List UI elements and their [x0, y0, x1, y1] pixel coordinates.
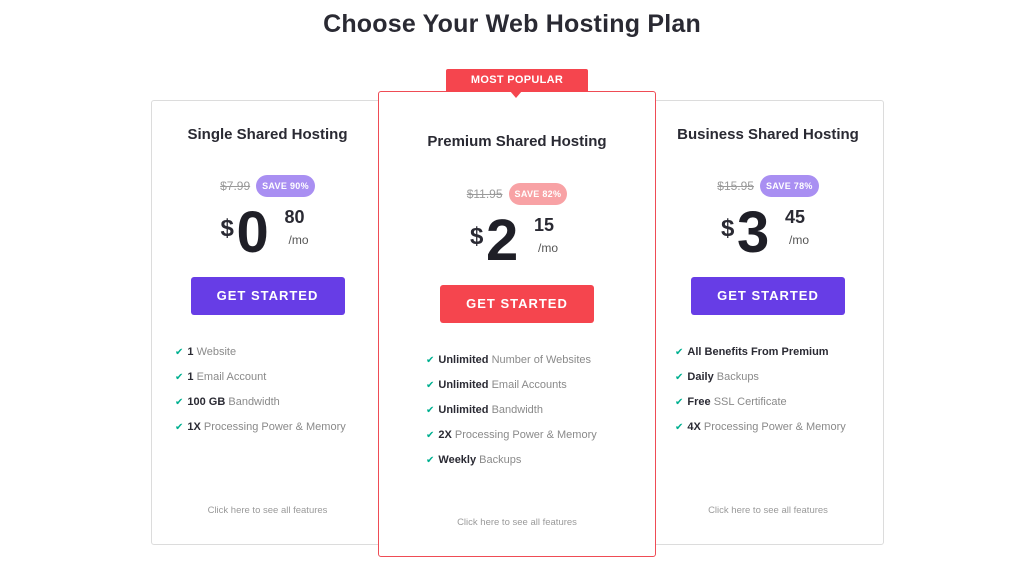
- ribbon-pointer: [510, 91, 522, 98]
- see-all-features-link[interactable]: Click here to see all features: [653, 505, 883, 516]
- feature-item: ✔ 1 Email Account: [175, 370, 383, 395]
- feature-list: ✔ 1 Website ✔ 1 Email Account ✔ 100 GB Bandwi…: [152, 345, 383, 445]
- feature-item: ✔ 1X Processing Power & Memory: [175, 420, 383, 445]
- feature-highlight: Weekly: [438, 454, 477, 466]
- old-price: $15.95: [717, 179, 754, 193]
- feature-highlight: 100 GB: [187, 396, 226, 408]
- plan-name: Premium Shared Hosting: [427, 133, 607, 150]
- feature-text: Email Accounts: [488, 379, 567, 391]
- plan-card-business: Business Shared Hosting $15.95 SAVE 78% …: [652, 100, 884, 545]
- price-dollars: 0: [236, 200, 269, 265]
- get-started-button-premium[interactable]: GET STARTED: [440, 285, 594, 323]
- price-period: /mo: [538, 241, 559, 255]
- most-popular-badge: MOST POPULAR: [446, 69, 588, 92]
- price-row: $15.95 SAVE 78%: [653, 175, 883, 197]
- price-row: $7.99 SAVE 90%: [152, 175, 383, 197]
- feature-item: ✔ 2X Processing Power & Memory: [426, 428, 655, 453]
- save-badge: SAVE 90%: [256, 175, 315, 197]
- old-price: $7.99: [220, 179, 251, 193]
- feature-text: Backups: [713, 371, 759, 383]
- check-icon: ✔: [675, 422, 684, 433]
- currency-symbol: $: [470, 223, 484, 250]
- feature-text: Processing Power & Memory: [451, 429, 597, 441]
- feature-highlight: 2X: [438, 429, 452, 441]
- price-dollars: 3: [737, 200, 769, 265]
- feature-text: Backups: [476, 454, 522, 466]
- plan-name: Business Shared Hosting: [677, 126, 859, 143]
- feature-highlight: Unlimited: [438, 354, 489, 366]
- plan-card-single: Single Shared Hosting $7.99 SAVE 90% $ 0…: [151, 100, 384, 545]
- price-dollars: 2: [486, 208, 518, 273]
- plan-name: Single Shared Hosting: [187, 126, 348, 143]
- feature-highlight: Unlimited: [438, 404, 489, 416]
- check-icon: ✔: [675, 347, 684, 358]
- price: $ 0 80 /mo: [213, 200, 323, 265]
- price-row: $11.95 SAVE 82%: [379, 183, 655, 205]
- price-cents: 15: [534, 215, 555, 235]
- feature-item: ✔ 4X Processing Power & Memory: [675, 420, 883, 445]
- price-period: /mo: [789, 233, 810, 247]
- feature-text: SSL Certificate: [710, 396, 787, 408]
- feature-highlight: Unlimited: [438, 379, 489, 391]
- feature-item: ✔ 1 Website: [175, 345, 383, 370]
- feature-text: Bandwidth: [488, 404, 543, 416]
- price-cents: 80: [284, 207, 305, 227]
- feature-highlight: Daily: [687, 371, 714, 383]
- feature-item: ✔ All Benefits From Premium: [675, 345, 883, 370]
- price-period: /mo: [288, 233, 309, 247]
- see-all-features-link[interactable]: Click here to see all features: [379, 517, 655, 528]
- plan-card-premium: Premium Shared Hosting $11.95 SAVE 82% $…: [378, 91, 656, 557]
- feature-item: ✔ Free SSL Certificate: [675, 395, 883, 420]
- feature-highlight: 1X: [187, 421, 201, 433]
- feature-text: Bandwidth: [225, 396, 280, 408]
- feature-item: ✔ Weekly Backups: [426, 453, 655, 478]
- check-icon: ✔: [175, 397, 184, 408]
- price: $ 2 15 /mo: [462, 208, 572, 273]
- check-icon: ✔: [426, 405, 435, 416]
- feature-text: Processing Power & Memory: [700, 421, 846, 433]
- check-icon: ✔: [426, 455, 435, 466]
- check-icon: ✔: [426, 430, 435, 441]
- feature-text: Website: [193, 346, 237, 358]
- feature-text: Number of Websites: [488, 354, 592, 366]
- page-title: Choose Your Web Hosting Plan: [323, 10, 701, 38]
- feature-highlight: Free: [687, 396, 711, 408]
- check-icon: ✔: [675, 397, 684, 408]
- get-started-button-business[interactable]: GET STARTED: [691, 277, 845, 315]
- feature-text: Email Account: [193, 371, 267, 383]
- check-icon: ✔: [175, 347, 184, 358]
- save-badge: SAVE 78%: [759, 175, 819, 197]
- currency-symbol: $: [220, 215, 234, 242]
- feature-item: ✔ Daily Backups: [675, 370, 883, 395]
- check-icon: ✔: [426, 355, 435, 366]
- feature-item: ✔ Unlimited Email Accounts: [426, 378, 655, 403]
- feature-highlight: 4X: [687, 421, 701, 433]
- feature-item: ✔ 100 GB Bandwidth: [175, 395, 383, 420]
- check-icon: ✔: [675, 372, 684, 383]
- feature-item: ✔ Unlimited Bandwidth: [426, 403, 655, 428]
- feature-highlight: All Benefits From Premium: [687, 346, 829, 358]
- get-started-button-single[interactable]: GET STARTED: [190, 277, 345, 315]
- save-badge: SAVE 82%: [508, 183, 568, 205]
- check-icon: ✔: [175, 372, 184, 383]
- old-price: $11.95: [466, 187, 503, 201]
- price-cents: 45: [785, 207, 806, 227]
- see-all-features-link[interactable]: Click here to see all features: [152, 505, 383, 516]
- check-icon: ✔: [175, 422, 184, 433]
- price: $ 3 45 /mo: [713, 200, 823, 265]
- feature-item: ✔ Unlimited Number of Websites: [426, 353, 655, 378]
- currency-symbol: $: [721, 215, 735, 242]
- feature-text: Processing Power & Memory: [200, 421, 346, 433]
- feature-list: ✔ All Benefits From Premium ✔ Daily Backups…: [653, 345, 883, 445]
- feature-list: ✔ Unlimited Number of Websites ✔ Unlimited …: [379, 353, 655, 478]
- check-icon: ✔: [426, 380, 435, 391]
